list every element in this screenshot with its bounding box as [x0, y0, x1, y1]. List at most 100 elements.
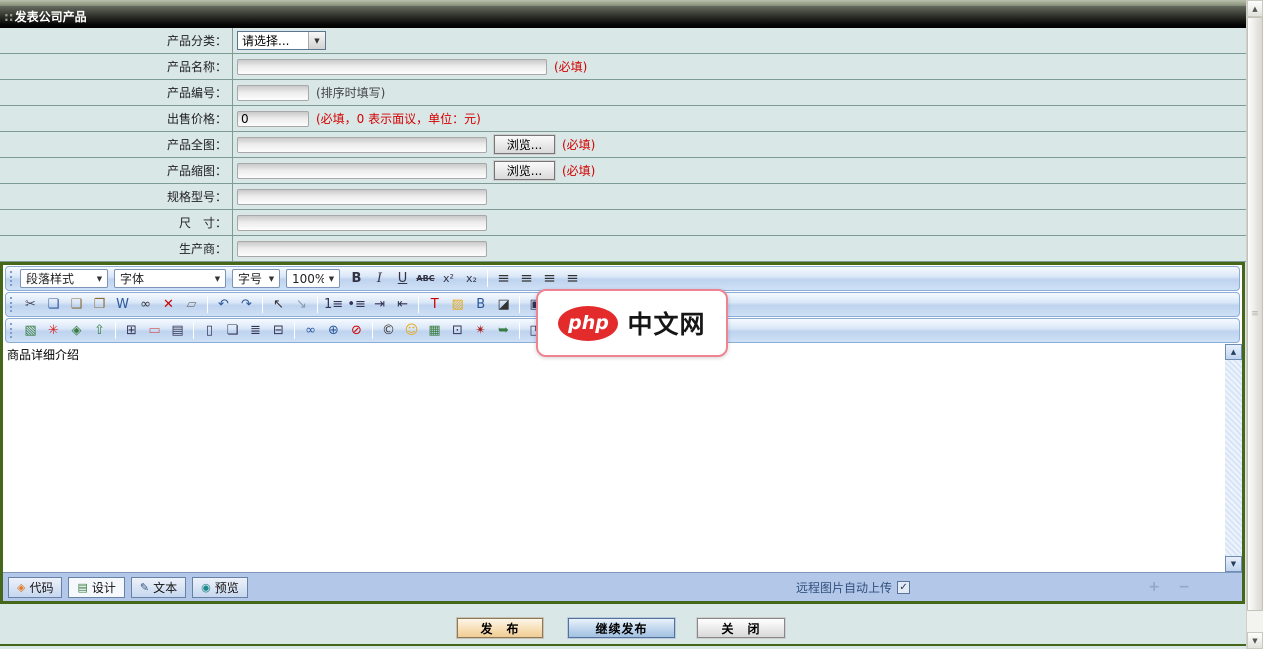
scrollbar-track[interactable]	[1247, 611, 1263, 632]
marquee-icon[interactable]: ▯	[199, 321, 220, 340]
cut-icon[interactable]: ✂	[20, 295, 41, 314]
toolbar-separator	[262, 296, 263, 313]
maker-input[interactable]	[237, 241, 487, 257]
php-cn-watermark: php 中文网	[536, 289, 728, 357]
close-button[interactable]: 关 闭	[697, 618, 785, 638]
select-icon[interactable]: ↖	[268, 295, 289, 314]
font-color-icon[interactable]: T	[424, 295, 445, 314]
paragraph-style-value: 段落样式	[21, 270, 92, 287]
outdent-icon[interactable]: ⇤	[392, 295, 413, 314]
dropdown-arrow-icon: ▼	[92, 275, 107, 283]
redo-icon[interactable]: ↷	[236, 295, 257, 314]
tab-code[interactable]: ◈ 代码	[8, 577, 62, 598]
undo-icon[interactable]: ↶	[213, 295, 234, 314]
zoom-select[interactable]: 100% ▼	[286, 269, 340, 288]
emoticon-icon[interactable]: ☺	[401, 321, 422, 340]
select-none-icon[interactable]: ↘	[291, 295, 312, 314]
tab-preview[interactable]: ◉ 预览	[192, 577, 248, 598]
minus-icon[interactable]: −	[1178, 579, 1190, 595]
paste-icon[interactable]: ❑	[66, 295, 87, 314]
insert-hr-icon[interactable]: ≣	[245, 321, 266, 340]
special-char-icon[interactable]: ©	[378, 321, 399, 340]
toolbar-grip	[10, 323, 13, 338]
scrollbar-thumb[interactable]: ≡	[1247, 17, 1263, 611]
font-family-select[interactable]: 字体 ▼	[114, 269, 226, 288]
remote-upload-checkbox[interactable]: ✓	[897, 581, 910, 594]
insert-flash-icon[interactable]: ✳	[43, 321, 64, 340]
table-rows-icon[interactable]: ▤	[167, 321, 188, 340]
find-icon[interactable]: ∞	[135, 295, 156, 314]
subscript-button[interactable]: x₂	[461, 269, 482, 288]
editor-scrollbar-track[interactable]	[1225, 360, 1242, 556]
superscript-button[interactable]: x²	[438, 269, 459, 288]
copy-icon[interactable]: ❏	[43, 295, 64, 314]
paste-word-icon[interactable]: W	[112, 295, 133, 314]
scroll-down-icon[interactable]: ▼	[1247, 632, 1263, 649]
continue-publish-button[interactable]: 继续发布	[568, 618, 675, 638]
editor-content-area[interactable]: 商品详细介绍 ▲ ▼	[3, 344, 1242, 572]
form-row-thumb-image: 产品缩图： 浏览... (必填)	[0, 158, 1246, 184]
scroll-down-icon[interactable]: ▼	[1225, 556, 1242, 572]
export-doc-icon[interactable]: ➥	[493, 321, 514, 340]
thumb-image-input[interactable]	[237, 163, 487, 179]
insert-image-icon[interactable]: ▧	[20, 321, 41, 340]
browser-scrollbar[interactable]: ▲ ≡ ▼	[1246, 0, 1263, 649]
font-family-value: 字体	[115, 270, 210, 287]
size-input[interactable]	[237, 215, 487, 231]
product-name-input[interactable]	[237, 59, 547, 75]
window-title-bar: ::发表公司产品	[0, 6, 1246, 28]
dropdown-arrow-icon[interactable]: ▼	[308, 32, 325, 49]
table-cell-icon[interactable]: ▭	[144, 321, 165, 340]
product-code-input[interactable]	[237, 85, 309, 101]
ordered-list-icon[interactable]: 1≡	[323, 295, 344, 314]
scroll-up-icon[interactable]: ▲	[1225, 344, 1242, 360]
tab-design[interactable]: ▤ 设计	[68, 577, 124, 598]
editor-scrollbar[interactable]: ▲ ▼	[1225, 344, 1242, 572]
insert-media-icon[interactable]: ◈	[66, 321, 87, 340]
insert-doc-icon[interactable]: ❏	[222, 321, 243, 340]
tab-design-label: 设计	[92, 579, 116, 596]
toolbar-separator	[294, 322, 295, 339]
insert-table-icon[interactable]: ⊞	[121, 321, 142, 340]
plus-icon[interactable]: +	[1148, 579, 1160, 595]
bullet-list-icon[interactable]: •≡	[346, 295, 367, 314]
category-select[interactable]: 请选择... ▼	[237, 31, 326, 50]
editor-tab-bar: ◈ 代码 ▤ 设计 ✎ 文本 ◉ 预览 远程图片自动上传 ✓ + −	[3, 572, 1242, 601]
bg-color-icon[interactable]: B	[470, 295, 491, 314]
scroll-up-icon[interactable]: ▲	[1247, 0, 1263, 17]
delete-icon[interactable]: ✕	[158, 295, 179, 314]
highlight-color-icon[interactable]: ▨	[447, 295, 468, 314]
remote-upload-group: 远程图片自动上传 ✓	[796, 579, 910, 596]
full-image-browse-button[interactable]: 浏览...	[494, 135, 555, 154]
tab-text[interactable]: ✎ 文本	[131, 577, 186, 598]
align-left-button[interactable]: ≡	[493, 269, 514, 288]
price-input[interactable]: 0	[237, 111, 309, 127]
align-justify-button[interactable]: ≡	[562, 269, 583, 288]
strikethrough-button[interactable]: ABC	[415, 269, 436, 288]
form-row-size: 尺 寸：	[0, 210, 1246, 236]
italic-button[interactable]: I	[369, 269, 390, 288]
insert-date-icon[interactable]: ⊡	[447, 321, 468, 340]
spec-input[interactable]	[237, 189, 487, 205]
toolbar-separator	[487, 270, 488, 287]
indent-icon[interactable]: ⇥	[369, 295, 390, 314]
thumb-image-browse-button[interactable]: 浏览...	[494, 161, 555, 180]
align-center-button[interactable]: ≡	[516, 269, 537, 288]
publish-button[interactable]: 发 布	[457, 618, 543, 638]
insert-symbol-icon[interactable]: ✴	[470, 321, 491, 340]
align-right-button[interactable]: ≡	[539, 269, 560, 288]
insert-anchor-icon[interactable]: ⊕	[323, 321, 344, 340]
underline-button[interactable]: U	[392, 269, 413, 288]
fill-color-icon[interactable]: ◪	[493, 295, 514, 314]
eraser-icon[interactable]: ▱	[181, 295, 202, 314]
full-image-input[interactable]	[237, 137, 487, 153]
text-field-icon[interactable]: ⊟	[268, 321, 289, 340]
remove-link-icon[interactable]: ⊘	[346, 321, 367, 340]
insert-link-icon[interactable]: ∞	[300, 321, 321, 340]
bold-button[interactable]: B	[346, 269, 367, 288]
upload-file-icon[interactable]: ⇧	[89, 321, 110, 340]
font-size-select[interactable]: 字号 ▼	[232, 269, 280, 288]
insert-excel-icon[interactable]: ▦	[424, 321, 445, 340]
paste-text-icon[interactable]: ❒	[89, 295, 110, 314]
paragraph-style-select[interactable]: 段落样式 ▼	[20, 269, 108, 288]
